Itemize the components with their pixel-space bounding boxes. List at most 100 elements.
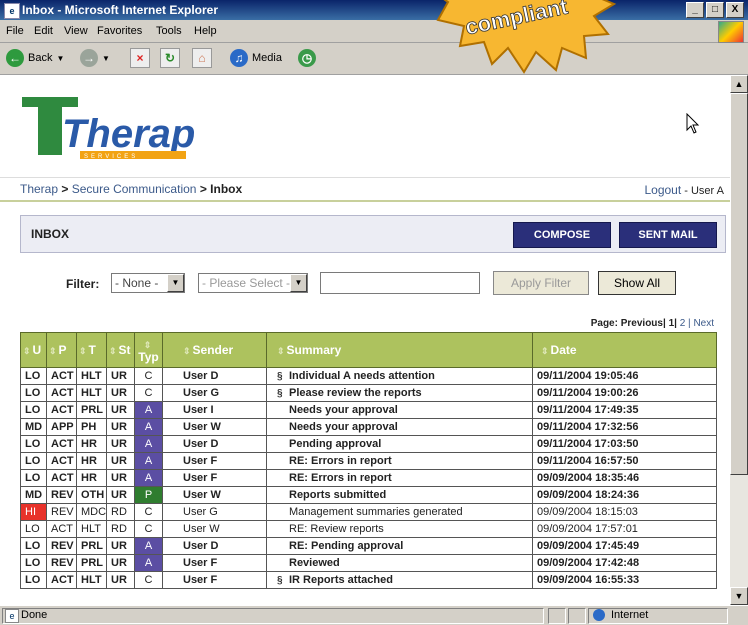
back-button[interactable]: ← Back ▼: [6, 47, 64, 69]
menu-file[interactable]: File: [6, 25, 24, 37]
breadcrumb-home[interactable]: Therap: [20, 182, 58, 196]
summary-text[interactable]: Pending approval: [289, 438, 381, 450]
cell-summary[interactable]: Pending approval: [266, 435, 533, 453]
pagination-page-2[interactable]: 2: [680, 318, 686, 329]
menu-favorites[interactable]: Favorites: [97, 25, 142, 37]
table-row[interactable]: HI REV MDC RD C User G Management summaries ge…: [20, 503, 717, 521]
logout-link[interactable]: Logout: [644, 183, 681, 197]
cell-summary[interactable]: Management summaries generated: [266, 503, 533, 521]
col-header-t-label: T: [88, 343, 96, 357]
vertical-scrollbar[interactable]: ▲ ▼: [730, 75, 748, 605]
cell-u: LO: [20, 571, 47, 589]
cell-u: LO: [20, 367, 47, 385]
table-row[interactable]: LO ACT HLT UR C User F § IR Reports attached 09/…: [20, 571, 717, 589]
cell-summary[interactable]: Reports submitted: [266, 486, 533, 504]
cell-summary[interactable]: § Individual A needs attention: [266, 367, 533, 385]
history-button[interactable]: ◷: [298, 47, 316, 69]
breadcrumb-secure-communication[interactable]: Secure Communication: [72, 182, 197, 196]
table-row[interactable]: LO REV PRL UR A User F Reviewed 09/09/2004 17:4…: [20, 554, 717, 572]
summary-text[interactable]: Individual A needs attention: [289, 370, 435, 382]
cell-t: HLT: [76, 520, 107, 538]
table-row[interactable]: LO ACT PRL UR A User I Needs your approval 09/1…: [20, 401, 717, 419]
table-row[interactable]: LO ACT HLT UR C User D § Individual A needs att…: [20, 367, 717, 385]
inbox-table-body: LO ACT HLT UR C User D § Individual A needs att…: [20, 367, 717, 589]
summary-text[interactable]: Reviewed: [289, 557, 340, 569]
minimize-button[interactable]: _: [686, 2, 704, 18]
menu-view[interactable]: View: [64, 25, 88, 37]
forward-button[interactable]: → ▼: [80, 47, 110, 69]
close-button[interactable]: X: [726, 2, 744, 18]
cell-summary[interactable]: Needs your approval: [266, 418, 533, 436]
ie-icon: e: [4, 3, 20, 19]
status-text: Done: [21, 609, 48, 621]
summary-text[interactable]: RE: Errors in report: [289, 455, 392, 467]
cell-summary[interactable]: RE: Errors in report: [266, 452, 533, 470]
summary-text[interactable]: Needs your approval: [289, 421, 398, 433]
home-button[interactable]: ⌂: [192, 47, 212, 69]
filter-select-secondary[interactable]: - Please Select - ▼: [198, 273, 308, 293]
summary-text[interactable]: Please review the reports: [289, 387, 422, 399]
pagination-next[interactable]: Next: [693, 318, 714, 329]
filter-select-primary[interactable]: - None - ▼: [111, 273, 185, 293]
cell-typ: C: [134, 503, 163, 521]
cell-summary[interactable]: § IR Reports attached: [266, 571, 533, 589]
table-row[interactable]: LO ACT HR UR A User F RE: Errors in report 09/1…: [20, 452, 717, 470]
summary-text[interactable]: RE: Errors in report: [289, 472, 392, 484]
cell-summary[interactable]: Reviewed: [266, 554, 533, 572]
chevron-down-icon: ▼: [167, 274, 184, 292]
refresh-button[interactable]: ↻: [160, 47, 180, 69]
stop-icon: ×: [130, 48, 150, 68]
scroll-down-arrow[interactable]: ▼: [730, 587, 748, 605]
cell-summary[interactable]: RE: Errors in report: [266, 469, 533, 487]
sort-icon: ⇕: [23, 346, 31, 356]
summary-text[interactable]: Needs your approval: [289, 404, 398, 416]
table-row[interactable]: LO REV PRL UR A User D RE: Pending approval 09/…: [20, 537, 717, 555]
pagination-previous: Previous|: [620, 318, 666, 329]
col-header-sender[interactable]: ⇕ Sender: [162, 332, 267, 368]
summary-text[interactable]: IR Reports attached: [289, 574, 393, 586]
scroll-up-arrow[interactable]: ▲: [730, 75, 748, 93]
summary-text[interactable]: RE: Pending approval: [289, 540, 403, 552]
col-header-summary[interactable]: ⇕ Summary: [266, 332, 533, 368]
table-row[interactable]: LO ACT HR UR A User D Pending approval 09/11/20…: [20, 435, 717, 453]
maximize-button[interactable]: □: [706, 2, 724, 18]
media-button[interactable]: ♫ Media: [230, 47, 282, 69]
cell-u: MD: [20, 486, 47, 504]
col-header-p[interactable]: ⇕ P: [46, 332, 77, 368]
cell-summary[interactable]: RE: Pending approval: [266, 537, 533, 555]
table-row[interactable]: MD REV OTH UR P User W Reports submitted 09/09/…: [20, 486, 717, 504]
cell-summary[interactable]: RE: Review reports: [266, 520, 533, 538]
col-header-st[interactable]: ⇕ St: [106, 332, 135, 368]
menu-edit[interactable]: Edit: [34, 25, 53, 37]
cell-u: LO: [20, 452, 47, 470]
inbox-header: INBOX COMPOSE SENT MAIL: [20, 215, 726, 253]
summary-text[interactable]: Management summaries generated: [289, 506, 463, 518]
summary-text[interactable]: Reports submitted: [289, 489, 386, 501]
cell-p: ACT: [46, 571, 77, 589]
apply-filter-button[interactable]: Apply Filter: [493, 271, 589, 295]
compose-button[interactable]: COMPOSE: [513, 222, 611, 248]
cell-st: UR: [106, 367, 135, 385]
table-row[interactable]: LO ACT HR UR A User F RE: Errors in report 09/0…: [20, 469, 717, 487]
table-row[interactable]: LO ACT HLT UR C User G § Please review the repo…: [20, 384, 717, 402]
cell-summary[interactable]: Needs your approval: [266, 401, 533, 419]
scroll-thumb[interactable]: [730, 93, 748, 475]
filter-text-input[interactable]: [320, 272, 480, 294]
cell-p: ACT: [46, 452, 77, 470]
col-header-u[interactable]: ⇕ U: [20, 332, 47, 368]
ie-icon: e: [5, 609, 19, 623]
stop-button[interactable]: ×: [130, 47, 150, 69]
col-header-date[interactable]: ⇕ Date: [532, 332, 717, 368]
menu-help[interactable]: Help: [194, 25, 217, 37]
table-row[interactable]: MD APP PH UR A User W Needs your approval 09/11…: [20, 418, 717, 436]
paperclip-icon: §: [277, 575, 283, 586]
table-row[interactable]: LO ACT HLT RD C User W RE: Review reports 09/09…: [20, 520, 717, 538]
cell-st: UR: [106, 571, 135, 589]
col-header-typ[interactable]: ⇕ Typ: [134, 332, 163, 368]
col-header-t[interactable]: ⇕ T: [76, 332, 107, 368]
menu-tools[interactable]: Tools: [156, 25, 182, 37]
cell-summary[interactable]: § Please review the reports: [266, 384, 533, 402]
summary-text[interactable]: RE: Review reports: [289, 523, 384, 535]
show-all-button[interactable]: Show All: [598, 271, 676, 295]
sent-mail-button[interactable]: SENT MAIL: [619, 222, 717, 248]
